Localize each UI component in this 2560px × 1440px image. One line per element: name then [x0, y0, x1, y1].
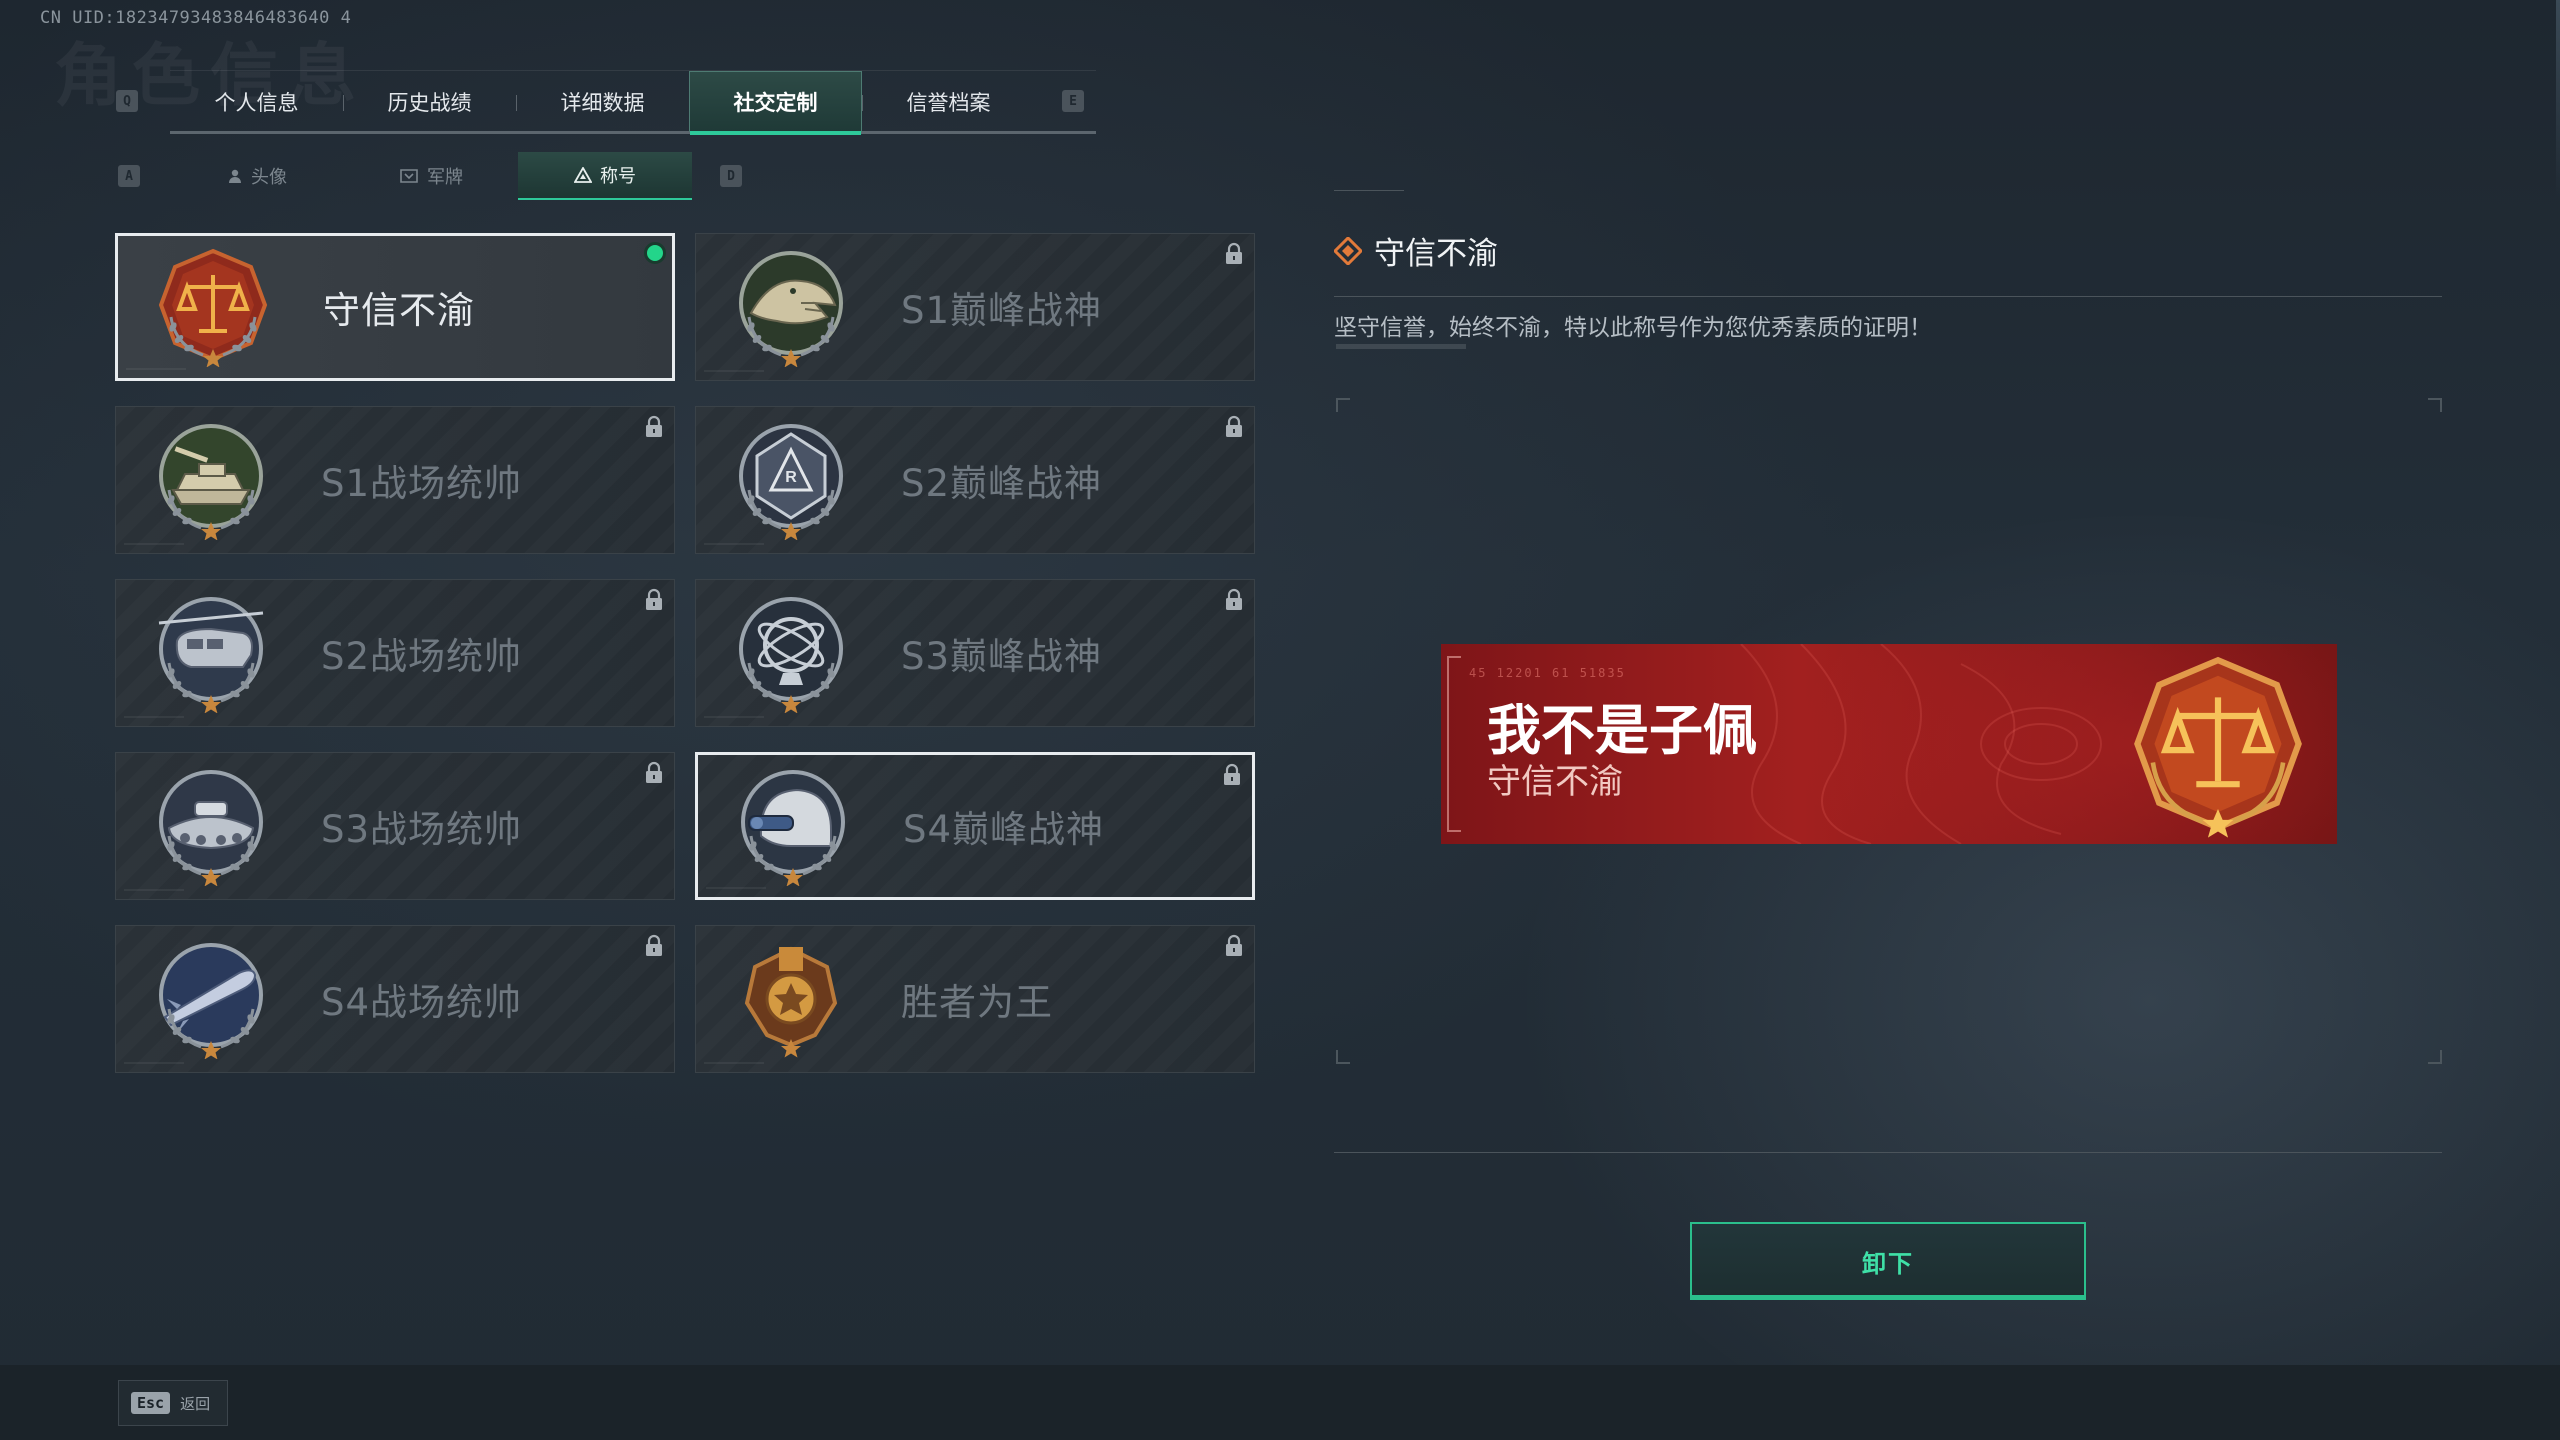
unequip-button[interactable]: 卸下: [1690, 1222, 2086, 1300]
lock-icon: [644, 415, 664, 439]
preview-frame-corner: [2428, 398, 2442, 412]
subtab-dogtag[interactable]: 军牌: [344, 152, 518, 200]
title-label: S1巅峰战神: [901, 289, 1103, 332]
prev-subtab-key-hint[interactable]: A: [118, 165, 140, 187]
lock-icon: [1224, 588, 1244, 612]
lock-icon: [644, 934, 664, 958]
lock-icon: [644, 761, 664, 785]
subtab-avatar-label: 头像: [251, 167, 287, 188]
preview-frame-corner: [1336, 398, 1350, 412]
nameplate-player-title: 守信不渝: [1487, 762, 1623, 802]
nameplate-bracket: [1447, 656, 1461, 832]
lock-icon: [644, 588, 664, 612]
title-card-shouxin-buyu[interactable]: 守信不渝: [115, 233, 675, 381]
title-label: S2战场统帅: [321, 635, 523, 678]
tab-personal-info[interactable]: 个人信息: [170, 71, 343, 132]
subtab-dogtag-label: 军牌: [427, 167, 463, 188]
detail-top-accent: [1334, 190, 1404, 191]
title-label: S3战场统帅: [321, 808, 523, 851]
helmet-badge-icon: [741, 770, 845, 886]
person-icon: [229, 169, 241, 183]
detail-header: 守信不渝: [1334, 228, 1498, 273]
crocodile-badge-icon: [739, 251, 843, 367]
lock-icon: [1222, 763, 1242, 787]
title-card-s1-battlefield-commander[interactable]: S1战场统帅: [115, 406, 675, 554]
title-label: S4巅峰战神: [903, 808, 1105, 851]
footer-bar: [0, 1365, 2560, 1440]
tab-detailed-stats[interactable]: 详细数据: [516, 71, 689, 132]
card-decoration: [124, 543, 184, 545]
card-decoration: [704, 1062, 764, 1064]
description-decoration: [1336, 344, 1466, 349]
player-uid: CN UID:18234793483846483640 4: [40, 8, 352, 28]
scales-badge-icon: [158, 248, 268, 367]
tab-social-customization[interactable]: 社交定制: [689, 71, 862, 135]
equipped-indicator: [644, 242, 666, 264]
title-card-winner-is-king[interactable]: 胜者为王: [695, 925, 1255, 1073]
dogtag-icon: [400, 169, 418, 183]
title-card-s3-peak-god[interactable]: S3巅峰战神: [695, 579, 1255, 727]
preview-frame-corner: [1336, 1050, 1350, 1064]
subtab-title[interactable]: 称号: [518, 152, 692, 200]
card-decoration: [706, 887, 766, 889]
detail-divider-top: [1334, 296, 2442, 297]
title-card-s2-battlefield-commander[interactable]: S2战场统帅: [115, 579, 675, 727]
scroll-indicator: [2556, 0, 2560, 200]
shield-badge-icon: R: [739, 424, 843, 540]
title-label: S3巅峰战神: [901, 635, 1103, 678]
card-decoration: [126, 368, 186, 370]
card-decoration: [124, 889, 184, 891]
lock-icon: [1224, 242, 1244, 266]
svg-text:R: R: [785, 469, 797, 486]
back-button[interactable]: Esc 返回: [118, 1380, 228, 1426]
title-diamond-icon: [1334, 236, 1362, 265]
esc-key-hint: Esc: [131, 1392, 171, 1414]
title-label: 胜者为王: [901, 981, 1053, 1024]
card-decoration: [124, 1062, 184, 1064]
tab-reputation-record[interactable]: 信誉档案: [862, 71, 1035, 132]
next-tab-key-hint[interactable]: E: [1062, 90, 1084, 112]
title-card-s4-peak-god[interactable]: S4巅峰战神: [695, 752, 1255, 900]
subtab-avatar[interactable]: 头像: [170, 152, 344, 200]
scales-emblem-icon: [2134, 656, 2302, 838]
title-label: S4战场统帅: [321, 981, 523, 1024]
tab-match-history[interactable]: 历史战绩: [343, 71, 516, 132]
medal-badge-icon: [744, 946, 838, 1058]
preview-frame-corner: [2428, 1050, 2442, 1064]
detail-divider-bottom: [1334, 1152, 2442, 1153]
title-card-s4-battlefield-commander[interactable]: S4战场统帅: [115, 925, 675, 1073]
hovercraft-badge-icon: [159, 770, 263, 886]
missile-badge-icon: [159, 943, 263, 1059]
sub-tab-strip: 头像 军牌 称号: [170, 152, 692, 200]
card-decoration: [124, 716, 184, 718]
tank-badge-icon: [159, 424, 263, 540]
title-card-s1-peak-god[interactable]: S1巅峰战神: [695, 233, 1255, 381]
title-icon: [574, 167, 592, 183]
title-grid: 守信不渝 S1巅峰战神 S1战场统帅 R S2巅峰战神 S2战场统帅 S3巅峰战…: [115, 233, 1255, 1073]
main-tab-strip: 个人信息 历史战绩 详细数据 社交定制 信誉档案: [170, 70, 1096, 135]
title-label: S2巅峰战神: [901, 462, 1103, 505]
lock-icon: [1224, 934, 1244, 958]
nameplate-code: 45 12201 61 51835: [1469, 666, 1626, 680]
title-card-s3-battlefield-commander[interactable]: S3战场统帅: [115, 752, 675, 900]
back-label: 返回: [180, 1394, 211, 1413]
detail-description: 坚守信誉，始终不渝，特以此称号作为您优秀素质的证明！: [1334, 315, 1932, 341]
card-decoration: [704, 370, 764, 372]
detail-title: 守信不渝: [1374, 236, 1498, 272]
subtab-title-label: 称号: [600, 166, 636, 187]
lock-icon: [1224, 415, 1244, 439]
card-decoration: [704, 716, 764, 718]
title-label: S1战场统帅: [321, 462, 523, 505]
title-label: 守信不渝: [323, 289, 475, 332]
card-decoration: [704, 543, 764, 545]
nameplate-preview: 45 12201 61 51835 我不是子佩 守信不渝: [1441, 644, 2337, 844]
title-card-s2-peak-god[interactable]: R S2巅峰战神: [695, 406, 1255, 554]
next-subtab-key-hint[interactable]: D: [720, 165, 742, 187]
prev-tab-key-hint[interactable]: Q: [116, 90, 138, 112]
helicopter-badge-icon: [158, 597, 264, 713]
globe-badge-icon: [739, 597, 843, 713]
